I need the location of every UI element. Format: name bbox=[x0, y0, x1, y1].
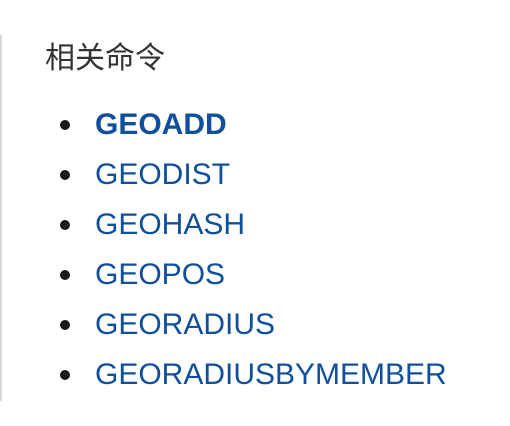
bullet-icon bbox=[60, 120, 70, 130]
bullet-icon bbox=[60, 220, 70, 230]
bullet-icon bbox=[60, 170, 70, 180]
command-link-georadius[interactable]: GEORADIUS bbox=[95, 300, 275, 350]
command-link-georadiusbymember[interactable]: GEORADIUSBYMEMBER bbox=[95, 350, 447, 400]
command-link-geopos[interactable]: GEOPOS bbox=[95, 250, 225, 300]
bullet-icon bbox=[60, 370, 70, 380]
command-link-geoadd[interactable]: GEOADD bbox=[95, 100, 227, 150]
section-heading: 相关命令 bbox=[45, 42, 165, 75]
bullet-icon bbox=[60, 270, 70, 280]
command-link-geodist[interactable]: GEODIST bbox=[95, 150, 230, 200]
bullet-icon bbox=[60, 320, 70, 330]
command-link-geohash[interactable]: GEOHASH bbox=[95, 200, 245, 250]
related-commands-panel: 相关命令 GEOADD GEODIST GEOHASH GEOPOS GEORA… bbox=[0, 35, 500, 401]
